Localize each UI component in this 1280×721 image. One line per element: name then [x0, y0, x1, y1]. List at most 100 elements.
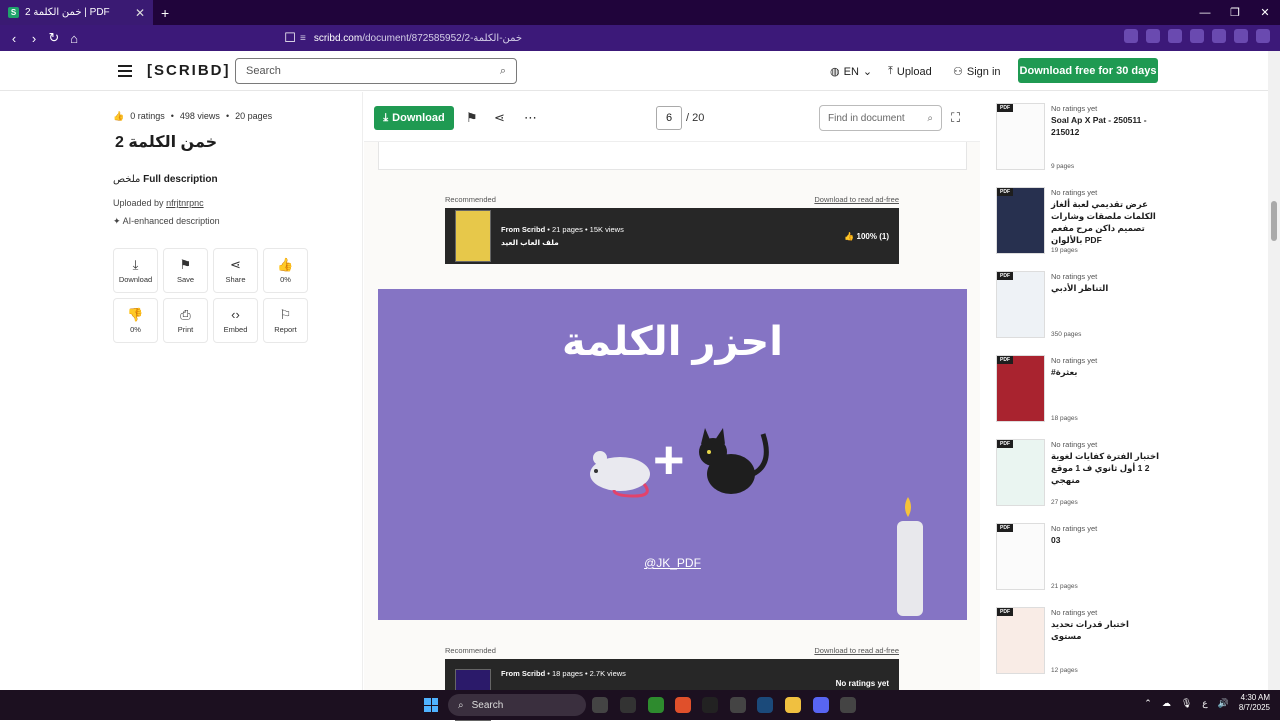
browser-tab-bar: S 2 خمن الكلمة | PDF ✕ + — ❐ ✕ [0, 0, 1280, 25]
summary-label: ملخص [113, 174, 141, 185]
find-in-document-input[interactable]: Find in document ⌕ [819, 105, 942, 131]
hamburger-menu-icon[interactable] [118, 65, 132, 77]
sidebar-icon[interactable] [1190, 29, 1204, 43]
dislike-action-button[interactable]: 👎 0% [113, 298, 158, 343]
pages-count: 20 pages [235, 111, 273, 121]
forward-icon[interactable]: › [24, 31, 44, 46]
document-info-panel: 👍 0 ratings • 498 views • 20 pages 2 خمن… [0, 92, 363, 690]
search-input[interactable]: Search ⌕ [235, 58, 517, 84]
wallet-icon[interactable] [1212, 29, 1226, 43]
download-ad-free-link[interactable]: Download to read ad-free [814, 195, 899, 204]
discord-icon[interactable] [813, 697, 829, 713]
document-page-slide: احزر الكلمة + @JK_PDF [378, 289, 967, 620]
search-placeholder: Search [246, 65, 281, 77]
related-document[interactable]: PDF No ratings yet #بعثرة 18 pages [996, 355, 1256, 427]
minimize-button[interactable]: — [1190, 0, 1220, 25]
system-tray: ⌃ ☁ 🎙 ع 🔊 4:30 AM 8/7/2025 [1144, 693, 1270, 713]
app-icon[interactable] [730, 697, 746, 713]
clock[interactable]: 4:30 AM 8/7/2025 [1239, 693, 1270, 713]
app-icon[interactable] [620, 697, 636, 713]
scribd-favicon-icon: S [8, 7, 19, 18]
document-thumbnail: PDF [996, 355, 1045, 422]
browser-tab[interactable]: S 2 خمن الكلمة | PDF ✕ [0, 0, 153, 25]
related-document[interactable]: PDF No ratings yet اختبار الفترة كفايات لغ… [996, 439, 1256, 511]
full-description-link[interactable]: ملخص Full description [113, 174, 218, 185]
report-action-button[interactable]: ⚐ Report [263, 298, 308, 343]
fullscreen-icon[interactable]: ⛶ [951, 110, 960, 126]
ai-description: ✦ AI-enhanced description [113, 216, 220, 226]
home-icon[interactable]: ⌂ [64, 31, 84, 46]
network-icon[interactable]: ☁ [1162, 698, 1171, 709]
related-document[interactable]: PDF No ratings yet التناظر الأدبي 350 pages [996, 271, 1256, 343]
page-scrollbar[interactable] [1268, 51, 1280, 690]
app-icon[interactable] [702, 697, 718, 713]
document-stats: 👍 0 ratings • 498 views • 20 pages [113, 111, 273, 121]
more-options-icon[interactable]: ⋯ [524, 110, 537, 126]
viewer-download-button[interactable]: ⤓ Download [374, 106, 454, 130]
page-number-input[interactable]: 6 [656, 106, 682, 130]
search-icon[interactable]: ⌕ [927, 113, 933, 124]
extension-icon[interactable] [1124, 29, 1138, 43]
ratings-count: 0 ratings [130, 111, 165, 121]
language-selector[interactable]: ◍ EN ⌄ [830, 65, 872, 79]
url-field[interactable]: ≡ scribd.com/document/872585952/2-خمن-ال… [300, 29, 980, 47]
download-ad-free-link[interactable]: Download to read ad-free [814, 646, 899, 655]
related-document[interactable]: PDF No ratings yet Soal Ap X Pat - 250511 … [996, 103, 1256, 175]
input-language[interactable]: ع [1202, 698, 1207, 709]
uploader-link[interactable]: nfrjtnrpnc [166, 198, 204, 208]
sign-in-button[interactable]: ⚇ Sign in [953, 65, 1001, 79]
embed-action-button[interactable]: ‹› Embed [213, 298, 258, 343]
previous-page-edge [378, 142, 967, 170]
print-action-button[interactable]: ⎙ Print [163, 298, 208, 343]
recommended-card[interactable]: Recommended Download to read ad-free From… [445, 195, 899, 264]
save-action-button[interactable]: ⚑ Save [163, 248, 208, 293]
embed-icon: ‹› [231, 306, 240, 322]
slide-handle: @JK_PDF [644, 556, 701, 570]
share-icon[interactable]: ⋖ [494, 110, 505, 126]
download-action-button[interactable]: ⤓ Download [113, 248, 158, 293]
scrollbar-thumb[interactable] [1271, 201, 1277, 241]
scribd-logo[interactable]: [SCRIBD] [147, 62, 231, 79]
app-icon[interactable] [592, 697, 608, 713]
bookmark-icon[interactable]: ☐ [280, 30, 300, 46]
related-document[interactable]: PDF No ratings yet اختبار قدرات تحديد مستو… [996, 607, 1256, 679]
share-icon: ⋖ [230, 256, 241, 272]
search-icon[interactable]: ⌕ [500, 65, 506, 78]
vpn-icon[interactable] [1234, 29, 1248, 43]
chevron-up-icon[interactable]: ⌃ [1144, 698, 1152, 709]
like-action-button[interactable]: 👍 0% [263, 248, 308, 293]
taskbar-search[interactable]: ⌕ Search [448, 694, 586, 716]
maximize-button[interactable]: ❐ [1220, 0, 1250, 25]
download-free-button[interactable]: Download free for 30 days [1018, 58, 1158, 83]
total-pages: / 20 [686, 112, 705, 124]
new-tab-button[interactable]: + [161, 5, 169, 21]
mouse-icon [590, 451, 650, 498]
site-info-icon[interactable]: ≡ [300, 33, 306, 44]
volume-icon[interactable]: 🔊 [1218, 698, 1229, 709]
document-thumbnail: PDF [996, 439, 1045, 506]
extension-icon[interactable] [1168, 29, 1182, 43]
share-action-button[interactable]: ⋖ Share [213, 248, 258, 293]
close-tab-icon[interactable]: ✕ [135, 6, 145, 20]
file-explorer-icon[interactable] [785, 697, 801, 713]
app-icon[interactable] [840, 697, 856, 713]
tab-title: 2 خمن الكلمة | PDF [25, 7, 110, 18]
steam-icon[interactable] [757, 697, 773, 713]
close-window-button[interactable]: ✕ [1250, 0, 1280, 25]
windows-start-icon[interactable] [424, 698, 438, 712]
upload-label: Upload [896, 65, 932, 78]
document-thumbnail: PDF [996, 103, 1045, 170]
back-icon[interactable]: ‹ [4, 31, 24, 46]
recommended-title: ملف العاب العيد [501, 238, 559, 247]
related-document[interactable]: PDF No ratings yet 03 21 pages [996, 523, 1256, 595]
related-document[interactable]: PDF No ratings yet عرض تقديمي لعبة ألغاز ا… [996, 187, 1256, 259]
upload-button[interactable]: ⤒ Upload [888, 65, 932, 78]
brave-browser-icon[interactable] [675, 697, 691, 713]
reload-icon[interactable]: ↻ [44, 30, 64, 46]
bookmark-icon[interactable]: ⚑ [466, 110, 478, 126]
extension-icon[interactable] [1146, 29, 1160, 43]
xbox-icon[interactable] [648, 697, 664, 713]
menu-icon[interactable] [1256, 29, 1270, 43]
microphone-icon[interactable]: 🎙 [1181, 698, 1192, 709]
url-path: /document/872585952/2-خمن-الكلمة [362, 32, 523, 44]
